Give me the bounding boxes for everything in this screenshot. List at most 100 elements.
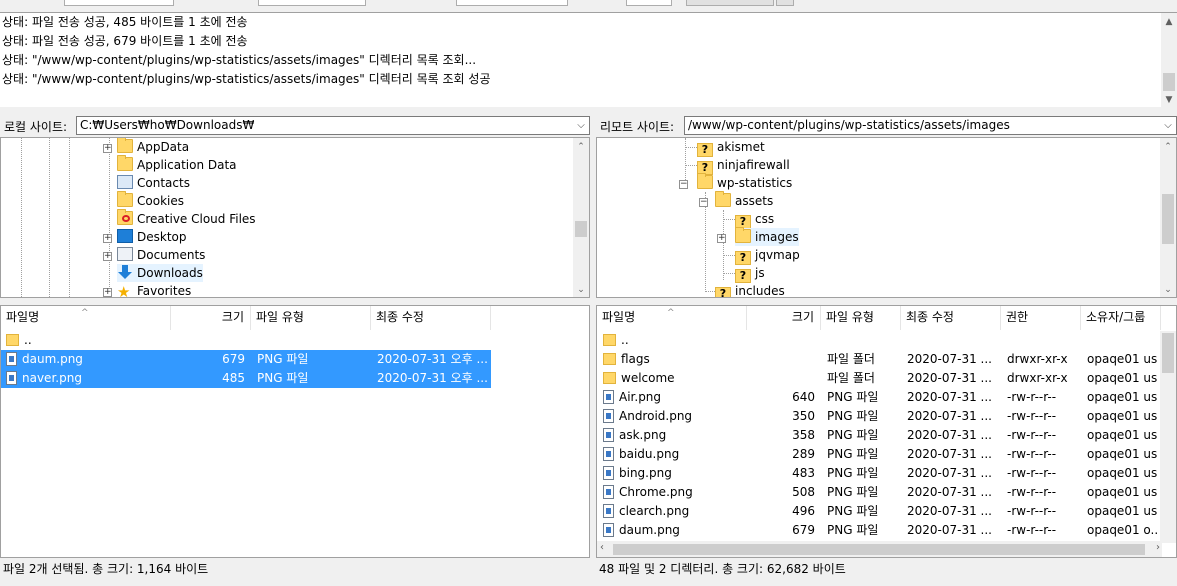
tree-node-desktop[interactable]: Desktop: [117, 228, 187, 246]
remote-directory-tree[interactable]: ? akismet ? ninjafirewall − wp-statistics …: [596, 137, 1177, 298]
remote-file-row[interactable]: baidu.png 289 PNG 파일 2020-07-31 ... -rw-r--r…: [597, 445, 1162, 464]
expand-icon[interactable]: +: [717, 234, 726, 243]
column-header-filename[interactable]: 파일명 ^: [597, 306, 747, 330]
column-header-modified[interactable]: 최종 수정: [901, 306, 1001, 330]
column-header-modified[interactable]: 최종 수정: [371, 306, 491, 330]
file-row-parent[interactable]: ..: [1, 331, 491, 350]
remote-file-row[interactable]: daum.png 679 PNG 파일 2020-07-31 ... -rw-r--r-…: [597, 521, 1162, 540]
cell-size: 508: [792, 485, 815, 499]
column-header-size[interactable]: 크기: [171, 306, 251, 330]
tree-node-js[interactable]: ? js: [735, 264, 765, 283]
column-header-size[interactable]: 크기: [747, 306, 821, 330]
remote-list-vscrollbar[interactable]: [1160, 331, 1176, 543]
log-line: 상태: 파일 전송 성공, 679 바이트를 1 초에 전송: [2, 34, 248, 48]
remote-file-row[interactable]: flags 파일 폴더 2020-07-31 ... drwxr-xr-x opaqe0…: [597, 350, 1162, 369]
cell-perm: -rw-r--r--: [1007, 523, 1057, 537]
local-path-combo[interactable]: C:₩Users₩ho₩Downloads₩ ⌵: [76, 116, 590, 135]
scroll-thumb[interactable]: [1162, 333, 1174, 373]
scroll-up-icon[interactable]: ⌃: [1160, 140, 1176, 154]
scroll-up-icon[interactable]: ▲: [1161, 15, 1177, 29]
scroll-right-icon[interactable]: ›: [1156, 542, 1160, 553]
tree-node-css[interactable]: ? css: [735, 210, 774, 229]
cell-modified: [907, 331, 999, 350]
chevron-down-icon[interactable]: ⌵: [575, 117, 587, 134]
local-tree-scrollbar[interactable]: ⌃ ⌄: [573, 138, 589, 297]
local-file-list[interactable]: 파일명 ^ 크기 파일 유형 최종 수정 .. daum.png 679 PNG …: [0, 305, 590, 558]
tree-node-ninjafirewall[interactable]: ? ninjafirewall: [697, 156, 790, 175]
tree-node-cookies[interactable]: Cookies: [117, 191, 184, 210]
message-log[interactable]: 상태: 파일 전송 성공, 485 바이트를 1 초에 전송 상태: 파일 전송…: [0, 12, 1177, 107]
tree-node-wp-statistics[interactable]: wp-statistics: [697, 173, 792, 192]
desktop-icon: [117, 229, 133, 243]
collapse-icon[interactable]: −: [679, 180, 688, 189]
collapse-icon[interactable]: −: [699, 198, 708, 207]
remote-file-row[interactable]: Android.png 350 PNG 파일 2020-07-31 ... -rw-r-…: [597, 407, 1162, 426]
remote-path-combo[interactable]: /www/wp-content/plugins/wp-statistics/as…: [684, 116, 1177, 135]
remote-file-row[interactable]: bing.png 483 PNG 파일 2020-07-31 ... -rw-r--r-…: [597, 464, 1162, 483]
scroll-thumb[interactable]: [575, 221, 587, 237]
password-field[interactable]: [456, 0, 568, 6]
remote-path-text: /www/wp-content/plugins/wp-statistics/as…: [688, 118, 1010, 132]
remote-tree-scrollbar[interactable]: ⌃ ⌄: [1160, 138, 1176, 297]
port-field[interactable]: [626, 0, 672, 6]
documents-icon: [117, 247, 133, 261]
tree-node-favorites[interactable]: ★ Favorites: [117, 282, 191, 298]
column-header-filename[interactable]: 파일명 ^: [1, 306, 171, 330]
download-arrow-icon: [117, 265, 133, 279]
cell-perm: -rw-r--r--: [1007, 466, 1057, 480]
tree-node-jqvmap[interactable]: ? jqvmap: [735, 246, 800, 265]
star-icon: ★: [117, 283, 131, 298]
local-directory-tree[interactable]: + AppData Application Data Contacts Cook…: [0, 137, 590, 298]
remote-file-list[interactable]: 파일명 ^ 크기 파일 유형 최종 수정 권한 소유자/그룹 .. flags 파일 …: [596, 305, 1177, 558]
scroll-thumb[interactable]: [1162, 194, 1174, 244]
column-header-owner[interactable]: 소유자/그룹: [1081, 306, 1161, 330]
tree-node-contacts[interactable]: Contacts: [117, 174, 190, 192]
scroll-up-icon[interactable]: ⌃: [573, 140, 589, 154]
column-header-permissions[interactable]: 권한: [1001, 306, 1081, 330]
tree-node-images[interactable]: images: [735, 227, 799, 246]
tree-node-creative-cloud-files[interactable]: Creative Cloud Files: [117, 209, 256, 228]
expand-icon[interactable]: +: [103, 252, 112, 261]
remote-file-row[interactable]: clearch.png 496 PNG 파일 2020-07-31 ... -rw-r-…: [597, 502, 1162, 521]
file-row-daum[interactable]: daum.png 679 PNG 파일 2020-07-31 오후 ...: [1, 350, 491, 369]
remote-list-hscrollbar[interactable]: ‹ ›: [597, 541, 1162, 557]
cell-size: 358: [792, 428, 815, 442]
file-row-naver[interactable]: naver.png 485 PNG 파일 2020-07-31 오후 ...: [1, 369, 491, 388]
remote-file-row[interactable]: Air.png 640 PNG 파일 2020-07-31 ... -rw-r--r--…: [597, 388, 1162, 407]
cell-type: PNG 파일: [827, 466, 879, 480]
tree-node-application-data[interactable]: Application Data: [117, 155, 237, 174]
scroll-thumb[interactable]: [1163, 73, 1175, 91]
tree-node-akismet[interactable]: ? akismet: [697, 138, 765, 157]
cell-size: 350: [792, 409, 815, 423]
remote-file-row[interactable]: ..: [597, 331, 1162, 350]
scroll-down-icon[interactable]: ⌄: [1160, 283, 1176, 297]
quickconnect-dropdown-button[interactable]: [776, 0, 794, 6]
tree-node-appdata[interactable]: AppData: [117, 138, 189, 156]
log-scrollbar[interactable]: ▲ ▼: [1161, 13, 1177, 107]
remote-file-row[interactable]: Chrome.png 508 PNG 파일 2020-07-31 ... -rw-r--…: [597, 483, 1162, 502]
cell-perm: -rw-r--r--: [1007, 428, 1057, 442]
tree-node-includes[interactable]: ? includes: [715, 282, 785, 297]
scroll-left-icon[interactable]: ‹: [600, 542, 604, 553]
remote-file-row[interactable]: ask.png 358 PNG 파일 2020-07-31 ... -rw-r--r--…: [597, 426, 1162, 445]
quickconnect-button[interactable]: [686, 0, 774, 6]
remote-file-row[interactable]: welcome 파일 폴더 2020-07-31 ... drwxr-xr-x opaq…: [597, 369, 1162, 388]
chevron-down-icon[interactable]: ⌵: [1162, 117, 1174, 134]
username-field[interactable]: [258, 0, 366, 6]
column-header-type[interactable]: 파일 유형: [821, 306, 901, 330]
cell-perm: -rw-r--r--: [1007, 504, 1057, 518]
expand-icon[interactable]: +: [103, 234, 112, 243]
column-header-type[interactable]: 파일 유형: [251, 306, 371, 330]
scroll-thumb[interactable]: [613, 544, 1145, 555]
host-field[interactable]: [64, 0, 174, 6]
cell-owner: opaqe01 us...: [1087, 409, 1157, 423]
tree-node-assets[interactable]: assets: [715, 191, 773, 210]
tree-node-documents[interactable]: Documents: [117, 246, 205, 264]
scroll-down-icon[interactable]: ⌄: [573, 283, 589, 297]
expand-icon[interactable]: +: [103, 144, 112, 153]
tree-node-downloads[interactable]: Downloads: [117, 264, 203, 282]
scroll-down-icon[interactable]: ▼: [1161, 93, 1177, 107]
expand-icon[interactable]: +: [103, 288, 112, 297]
cell-type: PNG 파일: [827, 390, 879, 404]
cell-owner: opaqe01 o...: [1087, 523, 1157, 537]
